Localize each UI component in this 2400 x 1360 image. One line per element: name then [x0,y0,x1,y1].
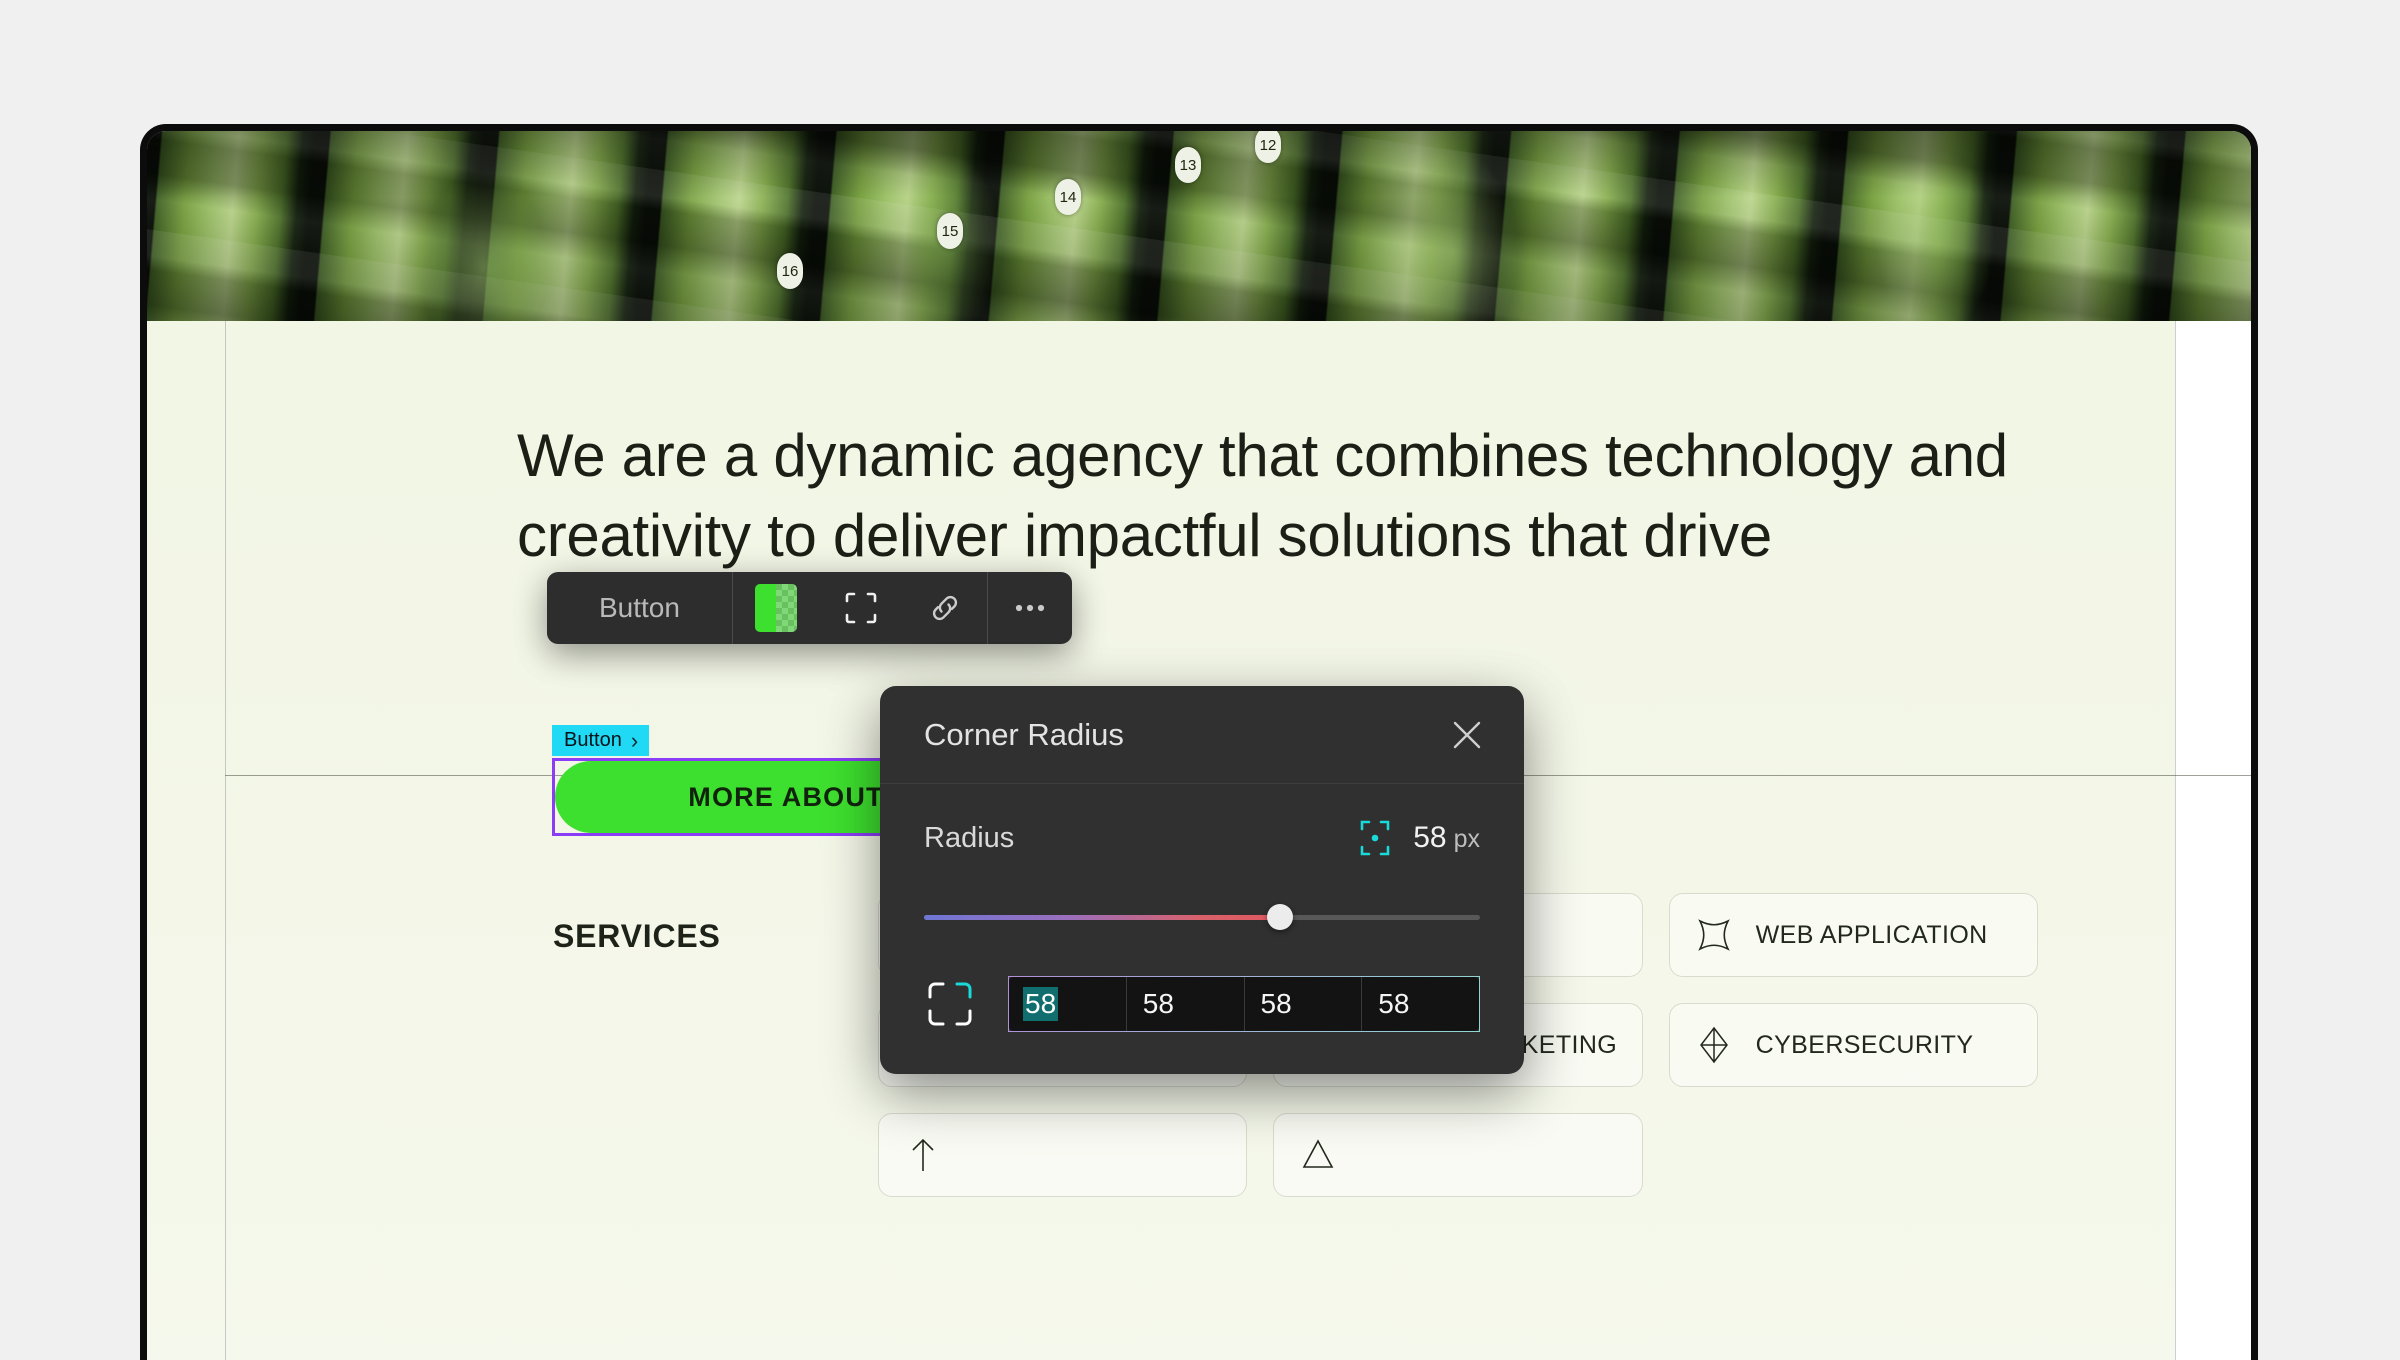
corner-value: 58 [1142,988,1174,1019]
close-icon[interactable] [1446,714,1488,756]
panel-header: Corner Radius [880,686,1524,784]
element-toolbar[interactable]: Button [547,572,1072,644]
arrow-up-icon [901,1133,945,1177]
toolbar-corner-radius-button[interactable] [819,572,903,644]
corner-input-bottom-left[interactable]: 58 [1362,977,1479,1031]
service-card-cybersecurity[interactable]: CYBERSECURITY [1668,1003,2038,1087]
service-card-web-application[interactable]: WEB APPLICATION [1668,893,2038,977]
toolbar-element-label-text: Button [599,592,680,623]
selection-label-text: Button [564,729,622,751]
corner-radius-icon [845,592,877,624]
chevron-right-icon[interactable]: › [631,729,638,752]
radius-row: Radius 58 px [924,818,1480,858]
radius-slider[interactable] [924,904,1480,930]
radius-unit: px [1453,825,1480,853]
toolbar-more-button[interactable] [988,572,1072,644]
corner-input-top-right[interactable]: 58 [1127,977,1245,1031]
four-point-star-icon [1692,913,1736,957]
seat-number: 15 [937,213,963,249]
radius-value-group: 58 px [1359,818,1480,858]
design-editor-root: 16 15 14 13 12 We are a dynamic agency t… [0,0,2400,1360]
corner-radius-inputs[interactable]: 58 58 58 58 [1008,976,1480,1032]
radius-value-display[interactable]: 58 px [1413,821,1480,855]
service-card-partial-middle[interactable] [1273,1113,1643,1197]
design-guide-left [225,321,226,1360]
radius-value: 58 [1413,821,1447,854]
corner-value: 58 [1378,988,1410,1019]
more-options-icon [1015,604,1045,612]
toolbar-link-button[interactable] [903,572,987,644]
corner-input-top-left[interactable]: 58 [1009,977,1127,1031]
corner-inputs-row: 58 58 58 58 [924,976,1480,1032]
service-label: WEB APPLICATION [1755,920,1988,949]
hero-image: 16 15 14 13 12 [147,131,2251,321]
corner-value: 58 [1023,987,1059,1021]
corner-radius-panel[interactable]: Corner Radius Radius 58 px 58 58 58 58 [880,686,1524,1074]
panel-body: Radius 58 px 58 58 58 58 [880,784,1524,1074]
service-label: CYBERSECURITY [1755,1030,1974,1059]
color-swatch-icon [754,584,797,632]
seat-number: 14 [1055,179,1081,215]
selection-label-badge[interactable]: Button › [552,725,650,756]
link-icon [932,595,958,621]
corner-value: 58 [1260,988,1292,1019]
service-card-partial-left[interactable] [878,1113,1248,1197]
panel-title: Corner Radius [924,716,1124,752]
services-heading: SERVICES [553,918,721,954]
slider-thumb[interactable] [1266,904,1293,930]
radius-label: Radius [924,821,1015,854]
uniform-radius-icon[interactable] [1359,818,1391,858]
seat-number: 16 [777,253,803,289]
design-guide-right [2175,321,2176,1360]
toolbar-element-label[interactable]: Button [547,572,732,644]
page-headline: We are a dynamic agency that combines te… [517,422,2008,569]
triangle-outline-icon [1296,1133,1340,1177]
slider-fill [924,915,1280,920]
corner-input-bottom-right[interactable]: 58 [1245,977,1363,1031]
right-gutter [2175,321,2251,1360]
quad-diamond-icon [1692,1023,1736,1067]
seat-number: 13 [1175,147,1201,183]
seat-number: 12 [1255,131,1281,163]
individual-corners-icon[interactable] [924,978,976,1030]
toolbar-color-button[interactable] [733,572,819,644]
